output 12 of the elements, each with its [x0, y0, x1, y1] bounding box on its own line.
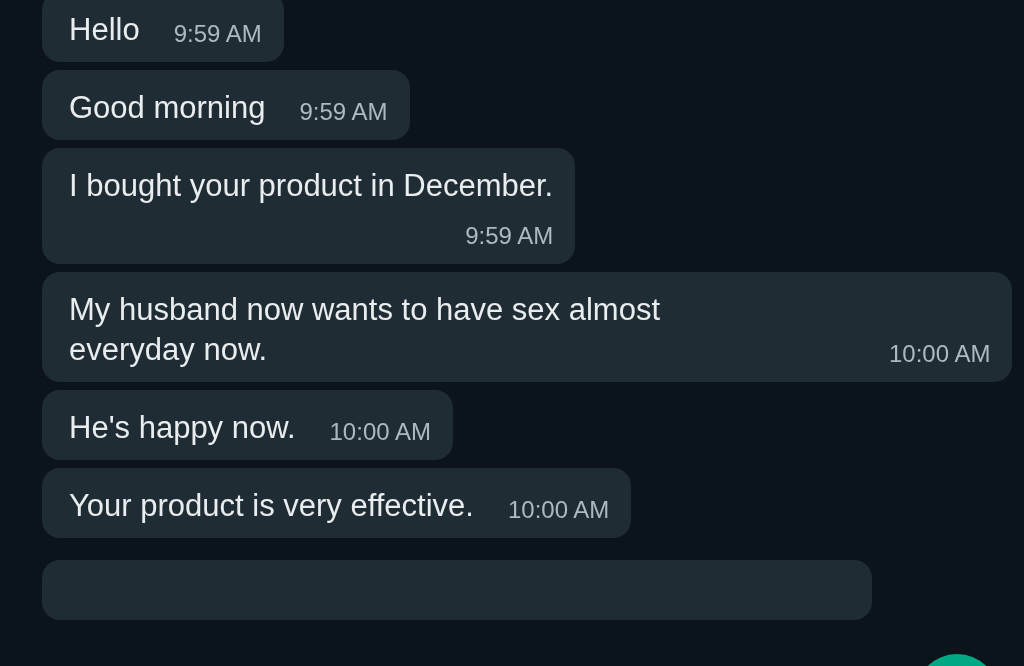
message-time: 10:00 AM	[507, 495, 610, 525]
message-time: 9:59 AM	[465, 221, 554, 251]
message-time: 9:59 AM	[299, 97, 388, 127]
message-time: 10:00 AM	[329, 417, 431, 447]
message-text: Your product is very effective.	[69, 487, 474, 525]
message-text: My husband now wants to have sex almost everyday now.	[69, 291, 662, 369]
message-text: He's happy now.	[69, 409, 296, 447]
message-text: Hello	[69, 11, 140, 49]
message-text: I bought your product in December.	[69, 167, 554, 205]
message-text: Good morning	[69, 89, 266, 127]
message-time: 9:59 AM	[173, 19, 262, 49]
message-time: 10:00 AM	[889, 339, 991, 369]
